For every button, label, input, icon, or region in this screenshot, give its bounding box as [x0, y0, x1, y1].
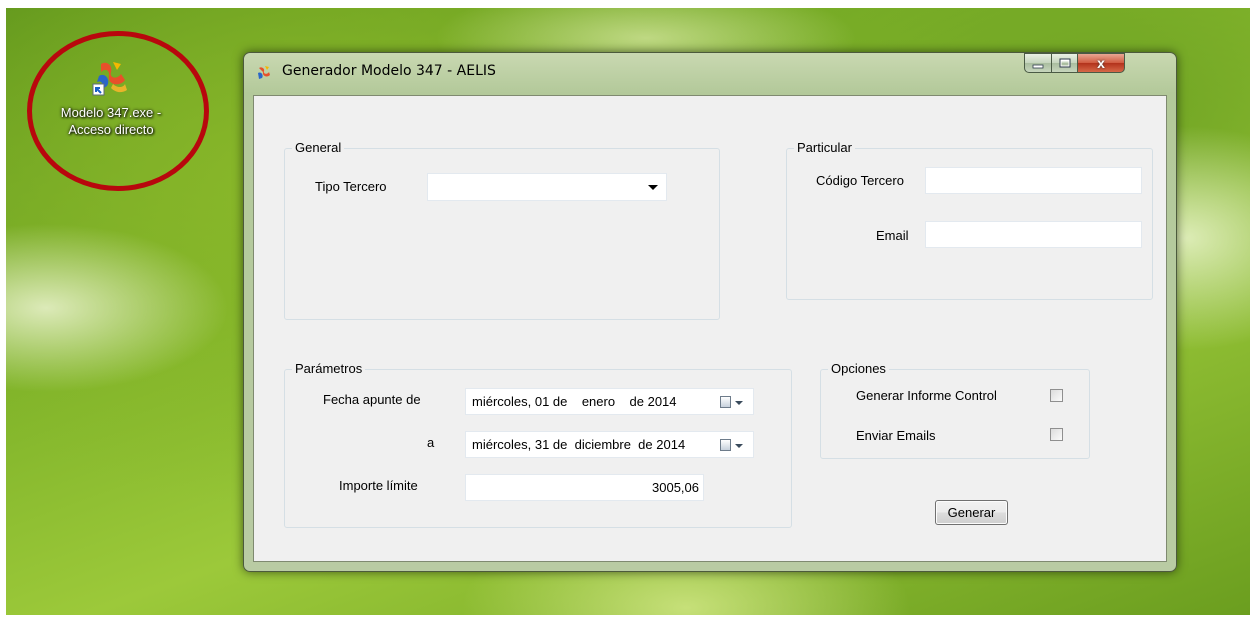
importe-limite-label: Importe límite [339, 478, 418, 493]
generar-informe-checkbox[interactable] [1050, 389, 1063, 402]
a-label: a [427, 435, 435, 450]
fecha-desde-value: miércoles, 01 de enero de 2014 [472, 394, 677, 409]
chevron-down-icon [648, 185, 658, 190]
title-bar[interactable]: Generador Modelo 347 - AELIS x [244, 53, 1176, 95]
chevron-down-icon [735, 401, 743, 405]
desktop-background: Modelo 347.exe - Acceso directo Generado… [6, 8, 1250, 615]
tipo-tercero-select[interactable] [427, 173, 667, 201]
parametros-group: Parámetros Fecha apunte de miércoles, 01… [284, 361, 792, 528]
shortcut-label-line2: Acceso directo [68, 122, 154, 137]
app-title-icon [256, 65, 272, 81]
particular-group-title: Particular [794, 140, 855, 155]
email-label: Email [876, 228, 909, 243]
fecha-desde-picker[interactable]: miércoles, 01 de enero de 2014 [465, 388, 754, 415]
window-client-area: General Tipo Tercero Particular Código T… [253, 95, 1167, 562]
fecha-hasta-picker[interactable]: miércoles, 31 de diciembre de 2014 [465, 431, 754, 458]
importe-limite-value: 3005,06 [652, 480, 699, 495]
parametros-group-title: Parámetros [292, 361, 366, 376]
codigo-tercero-label: Código Tercero [816, 173, 904, 188]
desktop-shortcut-modelo-347[interactable]: Modelo 347.exe - Acceso directo [44, 58, 178, 138]
enviar-emails-label: Enviar Emails [856, 428, 936, 443]
fecha-apunte-label: Fecha apunte de [323, 392, 421, 407]
chevron-down-icon [735, 444, 743, 448]
calendar-icon [720, 439, 731, 451]
minimize-icon [1032, 64, 1044, 69]
maximize-icon [1059, 58, 1071, 68]
window-title: Generador Modelo 347 - AELIS [282, 63, 496, 79]
generar-button[interactable]: Generar [935, 500, 1008, 525]
shortcut-label-line1: Modelo 347.exe - [60, 105, 162, 120]
tipo-tercero-label: Tipo Tercero [315, 179, 387, 194]
calendar-icon [720, 396, 731, 408]
codigo-tercero-input[interactable] [925, 167, 1142, 194]
opciones-group-title: Opciones [828, 361, 889, 376]
particular-group: Particular Código Tercero Email [786, 140, 1153, 300]
importe-limite-input[interactable]: 3005,06 [465, 474, 704, 501]
enviar-emails-checkbox[interactable] [1050, 428, 1063, 441]
opciones-group: Opciones Generar Informe Control Enviar … [820, 361, 1090, 459]
minimize-button[interactable] [1024, 53, 1052, 73]
email-input[interactable] [925, 221, 1142, 248]
close-button[interactable]: x [1077, 53, 1125, 73]
generar-informe-label: Generar Informe Control [856, 388, 997, 403]
app-window: Generador Modelo 347 - AELIS x General T… [243, 52, 1177, 572]
general-group: General Tipo Tercero [284, 140, 720, 320]
app-shortcut-icon [91, 58, 131, 98]
general-group-title: General [292, 140, 345, 155]
fecha-hasta-value: miércoles, 31 de diciembre de 2014 [472, 437, 686, 452]
close-icon: x [1097, 55, 1105, 71]
maximize-button[interactable] [1051, 53, 1078, 73]
